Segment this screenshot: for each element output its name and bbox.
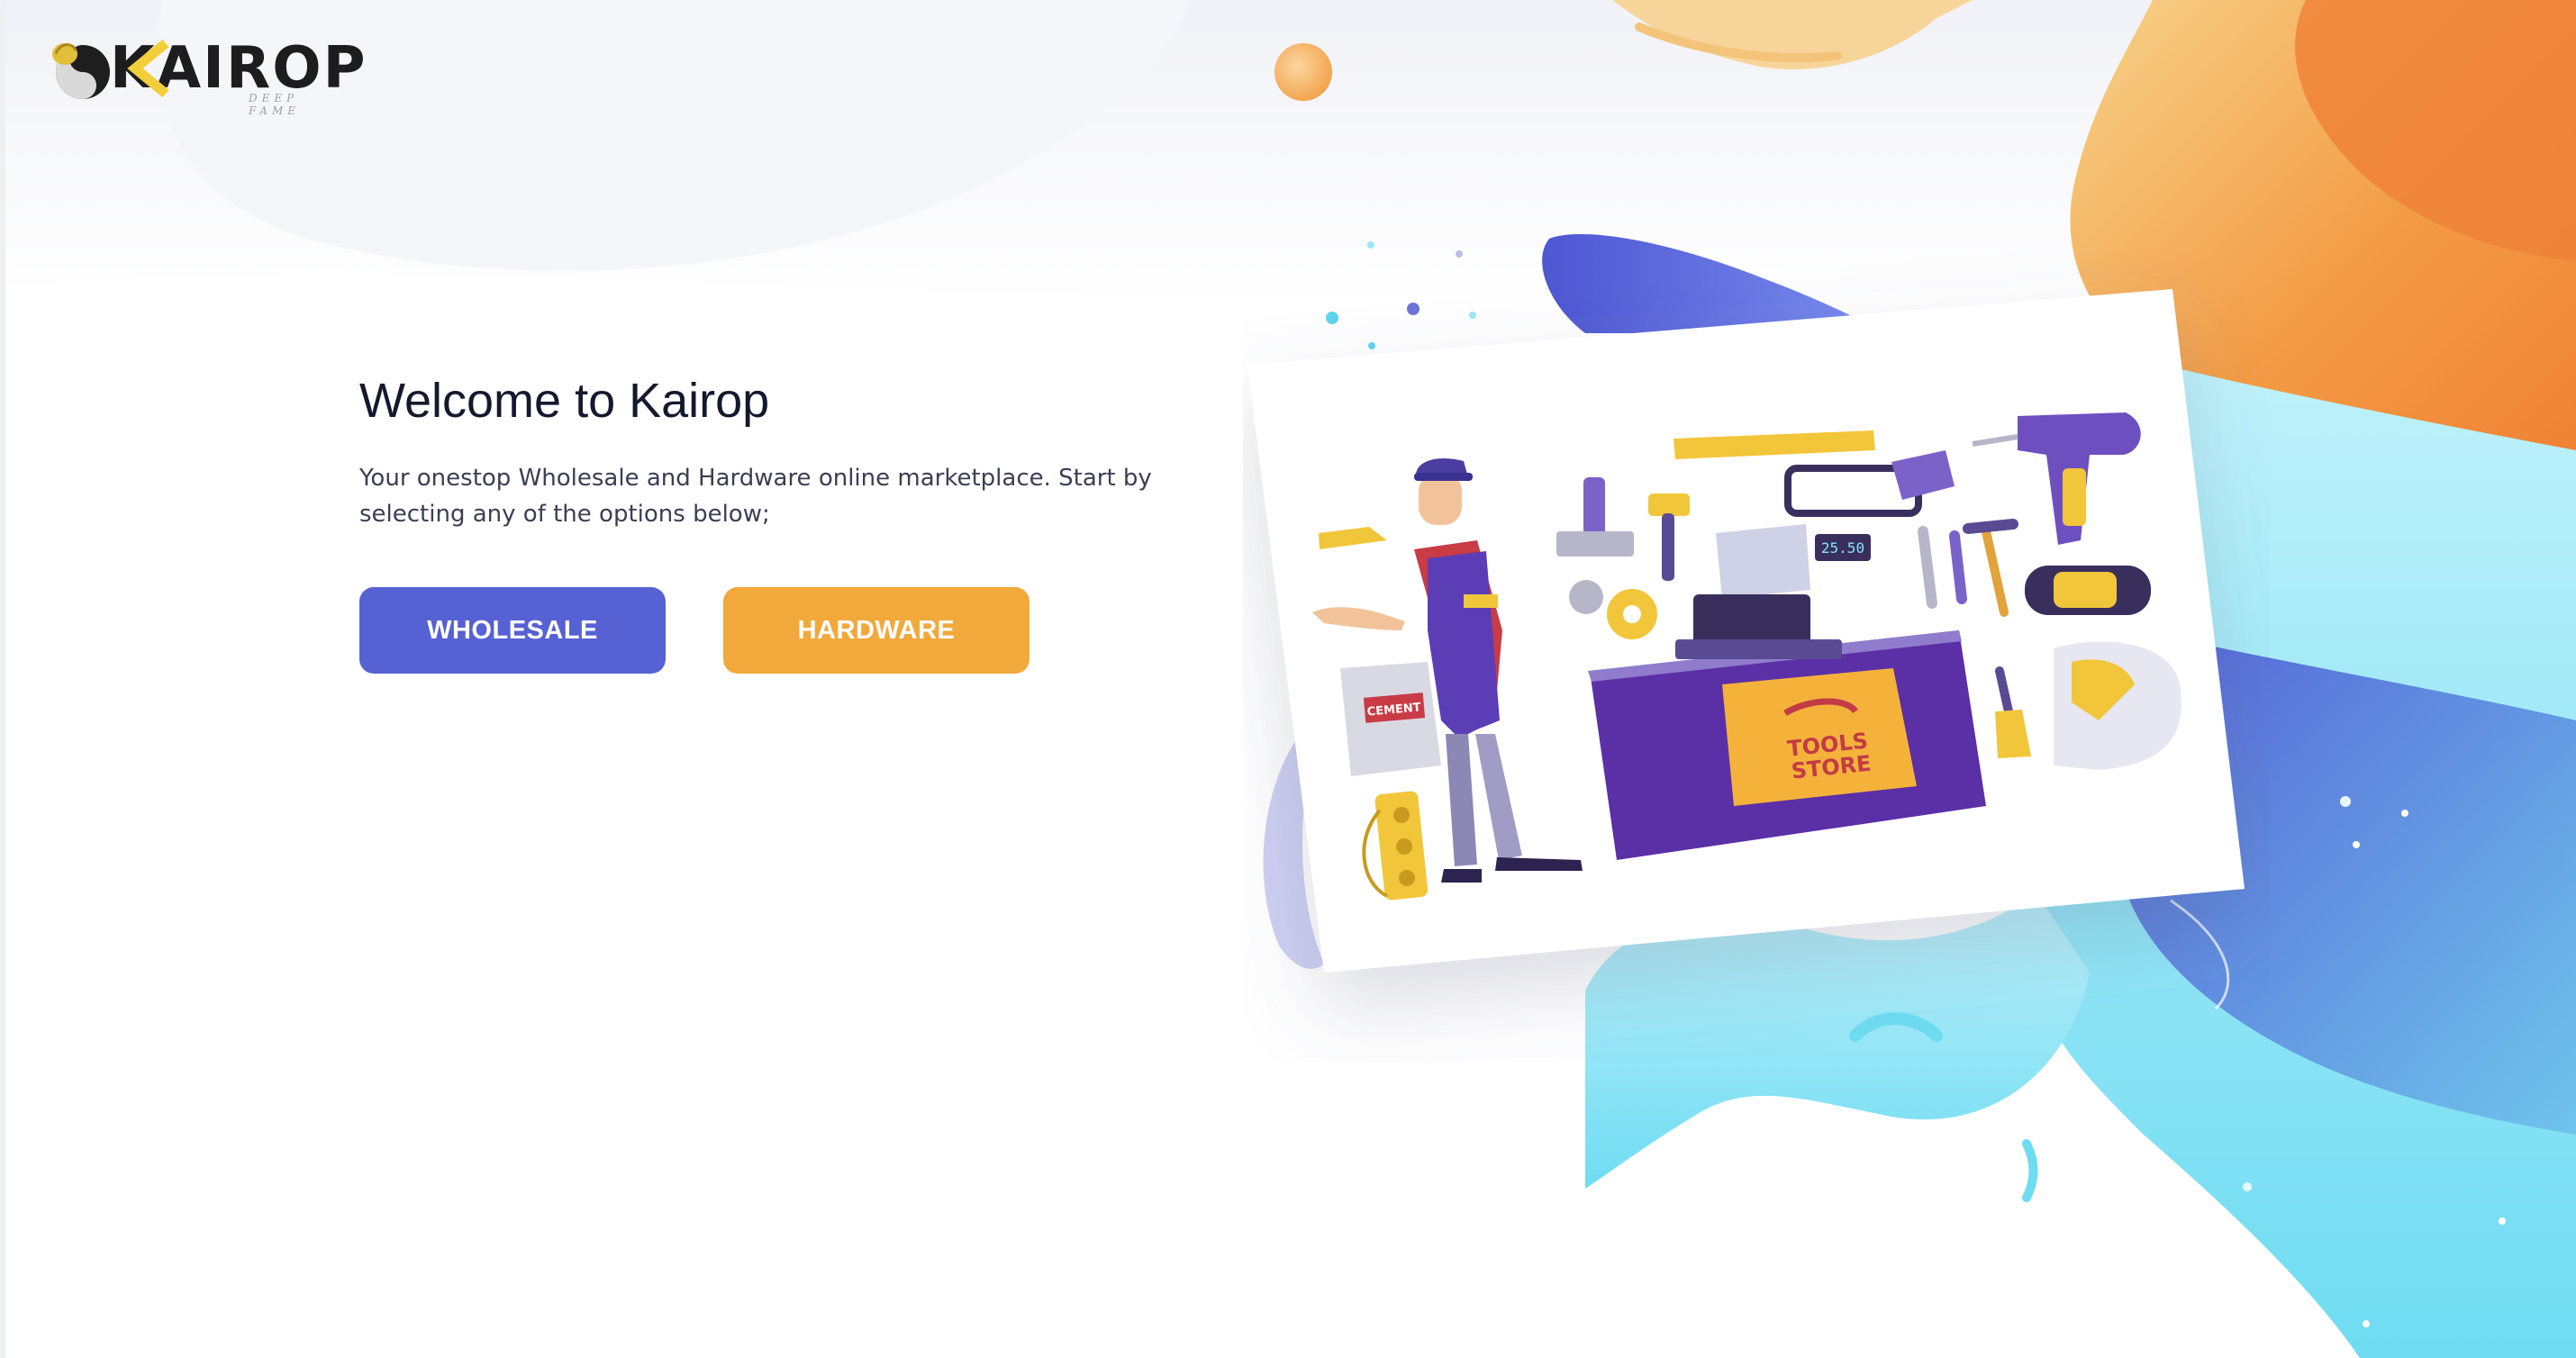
- logo-accent-mark: [127, 39, 169, 98]
- wholesale-button[interactable]: WHOLESALE: [359, 587, 666, 674]
- brand-logo[interactable]: KAIROP DEEP FAME: [49, 27, 366, 117]
- register-display: 25.50: [1821, 539, 1864, 557]
- hero-illustration: TOOLS STORE 25.50 CEMENT: [1247, 289, 2245, 973]
- hardware-button[interactable]: HARDWARE: [723, 587, 1029, 674]
- page-title: Welcome to Kairop: [359, 374, 770, 428]
- page-subtitle: Your onestop Wholesale and Hardware onli…: [359, 465, 1152, 528]
- landing-page: KAIROP DEEP FAME Welcome to Kairop Your …: [0, 0, 2576, 1358]
- hero-section: Welcome to Kairop Your onestop Wholesale…: [359, 365, 1170, 674]
- yin-yang-icon: [52, 43, 110, 99]
- brand-tagline: DEEP FAME: [249, 92, 300, 117]
- cement-bag: CEMENT: [1340, 662, 1441, 776]
